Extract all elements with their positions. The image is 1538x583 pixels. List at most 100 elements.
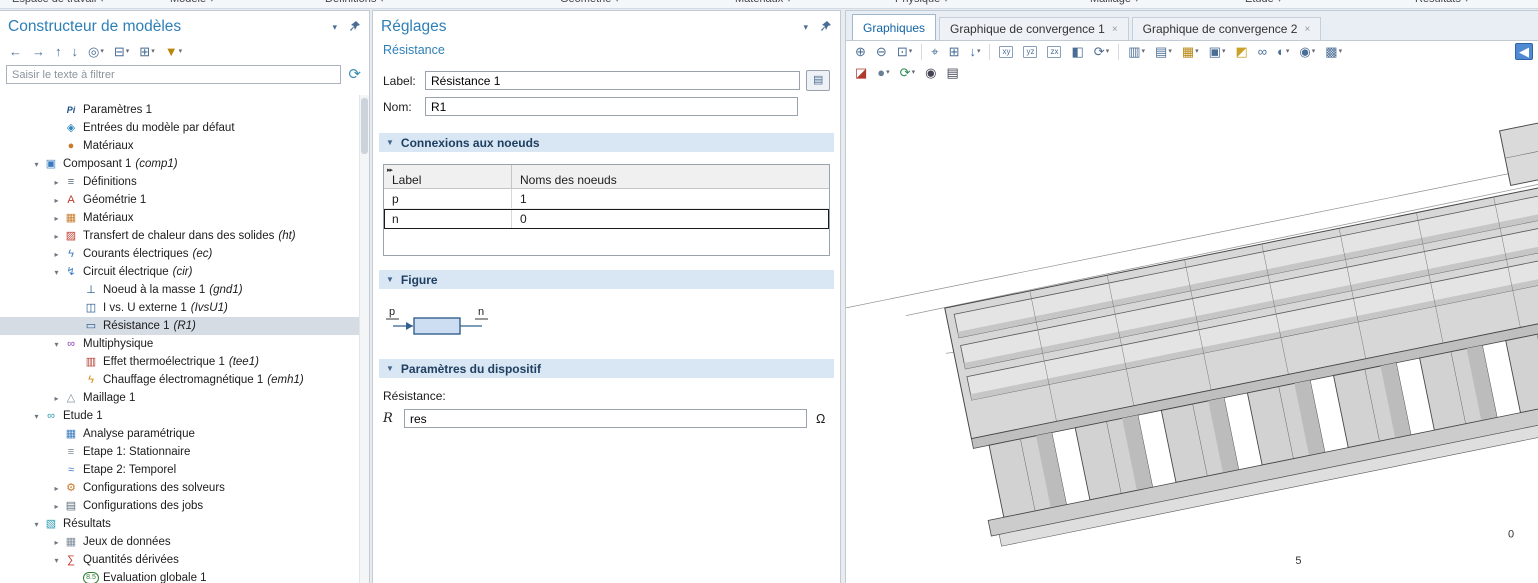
- close-icon[interactable]: ×: [1304, 24, 1310, 35]
- view-yz-button[interactable]: yz: [1019, 44, 1041, 60]
- window-layout-button[interactable]: ▥▾: [1124, 43, 1149, 60]
- tree-item-chauffage-electromagnetique-1-emh1[interactable]: ϟChauffage électromagnétique 1(emh1): [0, 371, 359, 389]
- collapsed-arrow-icon[interactable]: ▸: [50, 250, 63, 259]
- tree-item-noeud-a-la-masse-1-gnd1[interactable]: ⊥Noeud à la masse 1(gnd1): [0, 281, 359, 299]
- tab-graphiques[interactable]: Graphiques: [852, 14, 936, 40]
- section-connections[interactable]: ▼ Connexions aux noeuds: [379, 133, 834, 152]
- expanded-arrow-icon[interactable]: ▾: [30, 520, 43, 529]
- snapshot-button[interactable]: ◉: [921, 64, 940, 81]
- ribbon-tab-materiaux[interactable]: Matériaux▾: [735, 0, 791, 5]
- tree-item-multiphysique[interactable]: ▾∞Multiphysique: [0, 335, 359, 353]
- print-button[interactable]: ▤: [942, 64, 962, 81]
- view-zx-button[interactable]: zx: [1043, 44, 1065, 60]
- tree-scrollbar[interactable]: [359, 95, 369, 583]
- section-device-parameters[interactable]: ▼ Paramètres du dispositif: [379, 359, 834, 378]
- expanded-arrow-icon[interactable]: ▾: [30, 160, 43, 169]
- resistance-field[interactable]: [404, 409, 807, 428]
- ribbon-tab-resultats[interactable]: Résultats▾: [1415, 0, 1468, 5]
- copy-image-button[interactable]: ▩▾: [1321, 43, 1346, 60]
- collapse-all-button[interactable]: ⊟▾: [110, 43, 133, 60]
- tree-item-resistance-1-r1[interactable]: ▭Résistance 1(R1): [0, 317, 359, 335]
- collapsed-arrow-icon[interactable]: ▸: [50, 538, 63, 547]
- label-options-button[interactable]: ▤: [806, 70, 830, 91]
- ribbon-tab-espace-de-travail[interactable]: Espace de travail▾: [12, 0, 104, 5]
- tree-item-analyse-parametrique[interactable]: ▦Analyse paramétrique: [0, 425, 359, 443]
- tree-item-definitions[interactable]: ▸≡Définitions: [0, 173, 359, 191]
- expanded-arrow-icon[interactable]: ▾: [50, 340, 63, 349]
- collapsed-arrow-icon[interactable]: ▸: [50, 196, 63, 205]
- table-row-p[interactable]: p1: [384, 189, 829, 209]
- image-export-button[interactable]: ▣▾: [1205, 43, 1230, 60]
- scene-light-button[interactable]: ◐▾: [1273, 43, 1293, 60]
- move-up-button[interactable]: ↑: [51, 43, 66, 60]
- visibility-button[interactable]: ◉▾: [1295, 43, 1319, 60]
- plot-settings-button[interactable]: ▤▾: [1151, 43, 1176, 60]
- show-options-button[interactable]: ◎▾: [84, 43, 108, 60]
- collapsed-arrow-icon[interactable]: ▸: [50, 178, 63, 187]
- view-isometric-button[interactable]: ◧: [1067, 43, 1087, 60]
- panel-menu-button[interactable]: ▾: [332, 22, 337, 33]
- zoom-in-button[interactable]: ⊕: [851, 43, 870, 60]
- collapsed-arrow-icon[interactable]: ▸: [50, 232, 63, 241]
- ribbon-tab-physique[interactable]: Physique▾: [895, 0, 948, 5]
- tree-item-circuit-electrique-cir[interactable]: ▾↯Circuit électrique(cir): [0, 263, 359, 281]
- tree-item-i-vs-u-externe-1-ivsu1[interactable]: ◫I vs. U externe 1(IvsU1): [0, 299, 359, 317]
- tree-scrollbar-thumb[interactable]: [361, 98, 368, 154]
- tree-item-evaluation-globale-1[interactable]: 8.5Evaluation globale 1: [0, 569, 359, 583]
- update-solution-button[interactable]: ⟳▾: [896, 64, 919, 81]
- table-cell-label[interactable]: p: [384, 189, 512, 208]
- tree-item-maillage-1[interactable]: ▸△Maillage 1: [0, 389, 359, 407]
- ribbon-tab-etude[interactable]: Etude▾: [1245, 0, 1281, 5]
- label-field[interactable]: [425, 71, 800, 90]
- tree-item-jeux-de-donnees[interactable]: ▸▦Jeux de données: [0, 533, 359, 551]
- collapsed-arrow-icon[interactable]: ▸: [50, 214, 63, 223]
- tree-item-composant-1-comp1[interactable]: ▾▣Composant 1(comp1): [0, 155, 359, 173]
- ribbon-tab-definitions[interactable]: Définitions▾: [325, 0, 384, 5]
- tree-item-effet-thermoelectrique-1-tee1[interactable]: ▥Effet thermoélectrique 1(tee1): [0, 353, 359, 371]
- tab-graphique-de-convergence-2[interactable]: Graphique de convergence 2×: [1132, 17, 1322, 40]
- tree-item-etude-1[interactable]: ▾∞Etude 1: [0, 407, 359, 425]
- rotate-view-button[interactable]: ⟳▾: [1090, 43, 1113, 60]
- close-icon[interactable]: ×: [1112, 24, 1118, 35]
- tree-item-quantites-derivees[interactable]: ▾∑Quantités dérivées: [0, 551, 359, 569]
- graphics-canvas[interactable]: 5 0: [846, 87, 1538, 583]
- material-rendering-button[interactable]: ●▾: [873, 64, 893, 81]
- tab-graphique-de-convergence-1[interactable]: Graphique de convergence 1×: [939, 17, 1129, 40]
- table-cell-node-name[interactable]: 1: [512, 189, 829, 208]
- forward-button[interactable]: →: [28, 43, 49, 60]
- select-box-button[interactable]: ◩: [1231, 43, 1251, 60]
- back-button[interactable]: ←: [5, 43, 26, 60]
- color-table-button[interactable]: ▦▾: [1178, 43, 1203, 60]
- tree-item-transfert-de-chaleur-dans-des-solides-ht[interactable]: ▸▨Transfert de chaleur dans des solides(…: [0, 227, 359, 245]
- zoom-box-button[interactable]: ⊡▾: [893, 43, 916, 60]
- tree-item-entrees-du-modele-par-defaut[interactable]: ◈Entrées du modèle par défaut: [0, 119, 359, 137]
- ribbon-tab-geometrie[interactable]: Géométrie▾: [560, 0, 619, 5]
- name-field[interactable]: [425, 97, 798, 116]
- toggle-graphics-toolbar-button[interactable]: ◀: [1515, 43, 1533, 60]
- view-direction-button[interactable]: ↓▾: [965, 43, 984, 60]
- table-cell-label[interactable]: n: [384, 209, 512, 228]
- tree-item-parametres-1[interactable]: PiParamètres 1: [0, 101, 359, 119]
- tree-item-materiaux[interactable]: ●Matériaux: [0, 137, 359, 155]
- tree-filter-input[interactable]: [6, 65, 341, 84]
- transparency-button[interactable]: ∞: [1254, 43, 1271, 60]
- tree-item-courants-electriques-ec[interactable]: ▸ϟCourants électriques(ec): [0, 245, 359, 263]
- reset-hiding-button[interactable]: ◪: [851, 64, 871, 81]
- collapsed-arrow-icon[interactable]: ▸: [50, 484, 63, 493]
- refresh-filter-button[interactable]: ⟳: [346, 67, 363, 82]
- expanded-arrow-icon[interactable]: ▾: [50, 556, 63, 565]
- settings-menu-button[interactable]: ▾: [803, 22, 808, 33]
- tree-item-materiaux[interactable]: ▸▦Matériaux: [0, 209, 359, 227]
- zoom-extents-button[interactable]: ⊞: [945, 43, 964, 60]
- collapsed-arrow-icon[interactable]: ▸: [50, 502, 63, 511]
- expand-all-button[interactable]: ⊞▾: [135, 43, 158, 60]
- tree-item-etape-2-temporel[interactable]: ≈Etape 2: Temporel: [0, 461, 359, 479]
- tree-item-configurations-des-jobs[interactable]: ▸▤Configurations des jobs: [0, 497, 359, 515]
- view-xy-button[interactable]: xy: [995, 44, 1017, 60]
- tree-item-geometrie-1[interactable]: ▸AGéométrie 1: [0, 191, 359, 209]
- go-to-default-view-button[interactable]: ⌖: [927, 43, 942, 60]
- tree-item-configurations-des-solveurs[interactable]: ▸⚙Configurations des solveurs: [0, 479, 359, 497]
- ribbon-tab-maillage[interactable]: Maillage▾: [1090, 0, 1138, 5]
- collapsed-arrow-icon[interactable]: ▸: [50, 394, 63, 403]
- ribbon-tab-modele[interactable]: Modèle▾: [170, 0, 214, 5]
